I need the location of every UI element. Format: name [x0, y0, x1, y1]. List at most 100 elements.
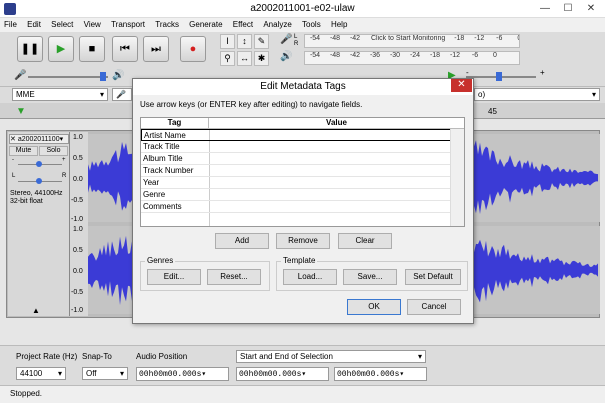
column-header-value: Value: [209, 118, 464, 129]
collapse-track-icon[interactable]: ▲: [32, 306, 40, 315]
zoom-tool-icon[interactable]: ⚲: [220, 51, 235, 66]
host-select[interactable]: MME ▾: [12, 88, 108, 101]
snap-to-label: Snap-To: [82, 352, 112, 361]
pan-l: L: [12, 173, 16, 179]
add-button[interactable]: Add: [215, 233, 269, 249]
edit-metadata-dialog: Edit Metadata Tags ✕ Use arrow keys (or …: [132, 78, 474, 324]
selection-start-field[interactable]: 00h00m00.000s▾: [236, 367, 329, 381]
recording-volume-thumb[interactable]: [100, 72, 106, 81]
genres-edit-button[interactable]: Edit...: [147, 269, 201, 285]
record-button[interactable]: ●: [180, 36, 206, 62]
snap-to-value: Off: [86, 369, 97, 378]
tag-row-artist-name[interactable]: Artist Name: [141, 129, 450, 141]
menu-help[interactable]: Help: [327, 18, 351, 29]
ruler-label-45: 45: [488, 107, 497, 116]
speaker-icon[interactable]: 🔊: [280, 51, 292, 62]
project-rate-select[interactable]: 44100 ▾: [16, 367, 66, 380]
close-icon[interactable]: ✕: [10, 136, 18, 143]
template-set-default-button[interactable]: Set Default: [405, 269, 461, 285]
audio-position-label: Audio Position: [136, 352, 188, 361]
close-icon[interactable]: ✕: [580, 0, 602, 18]
skip-end-button[interactable]: ⏭: [143, 36, 169, 62]
recording-volume-slider[interactable]: [28, 76, 108, 78]
selection-mode-select[interactable]: Start and End of Selection ▾: [236, 350, 426, 363]
tag-row-track-number[interactable]: Track Number: [141, 165, 450, 177]
project-rate-value: 44100: [20, 369, 43, 378]
tag-row-album-title[interactable]: Album Title: [141, 153, 450, 165]
clear-button[interactable]: Clear: [338, 233, 392, 249]
tag-row-year[interactable]: Year: [141, 177, 450, 189]
record-meter-prompt[interactable]: Click to Start Monitoring: [367, 35, 449, 42]
menu-select[interactable]: Select: [47, 18, 77, 29]
dialog-close-button[interactable]: ✕: [451, 79, 472, 92]
maximize-icon[interactable]: ☐: [557, 0, 579, 18]
selection-start-value: 00h00m00.000s: [239, 370, 302, 379]
genres-label: Genres: [145, 256, 176, 265]
play-speed-thumb[interactable]: [496, 72, 502, 81]
track-name-button[interactable]: ✕ a2002011100▾: [9, 134, 69, 144]
tag-row-track-title[interactable]: Track Title: [141, 141, 450, 153]
title-bar: a2002011001-e02-ulaw — ☐ ✕: [0, 0, 605, 18]
play-head-icon: ▼: [16, 106, 26, 117]
host-select-value: MME: [16, 90, 35, 99]
tag-row-comments[interactable]: Comments: [141, 201, 450, 213]
minimize-icon[interactable]: —: [534, 0, 556, 18]
menu-tracks[interactable]: Tracks: [151, 18, 183, 29]
menu-tools[interactable]: Tools: [298, 18, 325, 29]
meter-tick: -18: [429, 52, 441, 59]
play-button[interactable]: ▶: [48, 36, 74, 62]
menu-file[interactable]: File: [0, 18, 21, 29]
solo-button[interactable]: Solo: [39, 146, 68, 156]
skip-start-button[interactable]: ⏮: [112, 36, 138, 62]
timeshift-tool-icon[interactable]: ↔: [237, 51, 252, 66]
scale-label: 0.0: [73, 176, 83, 183]
template-load-button[interactable]: Load...: [283, 269, 337, 285]
meter-tick: -48: [329, 35, 341, 42]
menu-transport[interactable]: Transport: [107, 18, 149, 29]
mute-button[interactable]: Mute: [9, 146, 38, 156]
menu-effect[interactable]: Effect: [229, 18, 257, 29]
meter-tick: -36: [369, 52, 381, 59]
audio-position-value: 00h00m00.000s: [139, 370, 202, 379]
template-save-button[interactable]: Save...: [343, 269, 397, 285]
recording-device-select[interactable]: 🎤: [112, 88, 132, 101]
audio-position-field[interactable]: 00h00m00.000s▾: [136, 367, 229, 381]
multi-tool-icon[interactable]: ✱: [254, 51, 269, 66]
track-info-rate: Stereo, 44100Hz: [10, 190, 63, 197]
cancel-button[interactable]: Cancel: [407, 299, 461, 315]
meter-tick: -6: [471, 52, 479, 59]
draw-tool-icon[interactable]: ✎: [254, 34, 269, 49]
meter-tick: -18: [454, 35, 465, 42]
pan-thumb[interactable]: [36, 178, 42, 184]
metadata-tags-grid[interactable]: Tag Value Artist Name Track Title Album …: [140, 117, 465, 227]
meter-tick: -6: [496, 35, 503, 42]
record-meter[interactable]: -54 -48 -42 Click to Start Monitoring -18 -1…: [304, 34, 520, 48]
stop-button[interactable]: ■: [79, 36, 105, 62]
vertical-scale: 1.0 0.5 0.0 -0.5 -1.0 1.0 0.5 0.0 -0.5 -…: [70, 132, 88, 316]
menu-analyze[interactable]: Analyze: [259, 18, 295, 29]
scale-label: -0.5: [71, 289, 84, 296]
tag-row-genre[interactable]: Genre: [141, 189, 450, 201]
selection-end-field[interactable]: 00h00m00.000s▾: [334, 367, 427, 381]
menu-view[interactable]: View: [80, 18, 105, 29]
pause-button[interactable]: ❚❚: [17, 36, 43, 62]
menu-edit[interactable]: Edit: [23, 18, 45, 29]
mic-volume-icon: 🎤: [14, 70, 27, 81]
playback-meter: -54 -48 -42 -36 -30 -24 -18 -12 -6 0: [304, 51, 520, 65]
grid-scrollbar[interactable]: [450, 129, 464, 226]
project-rate-label: Project Rate (Hz): [16, 352, 78, 361]
remove-button[interactable]: Remove: [276, 233, 330, 249]
gain-thumb[interactable]: [36, 161, 42, 167]
meter-tick: -54: [309, 35, 321, 42]
ok-button[interactable]: OK: [347, 299, 401, 315]
playback-device-value: o): [478, 90, 486, 99]
menu-generate[interactable]: Generate: [185, 18, 226, 29]
pan-r: R: [62, 173, 67, 179]
envelope-tool-icon[interactable]: ↕: [237, 34, 252, 49]
playback-device-select[interactable]: o) ▾: [474, 88, 600, 101]
meter-tick: 0: [493, 52, 497, 59]
selection-tool-icon[interactable]: I: [220, 34, 235, 49]
snap-to-select[interactable]: Off ▾: [82, 367, 128, 380]
microphone-icon[interactable]: 🎤: [280, 34, 292, 45]
genres-reset-button[interactable]: Reset...: [207, 269, 261, 285]
